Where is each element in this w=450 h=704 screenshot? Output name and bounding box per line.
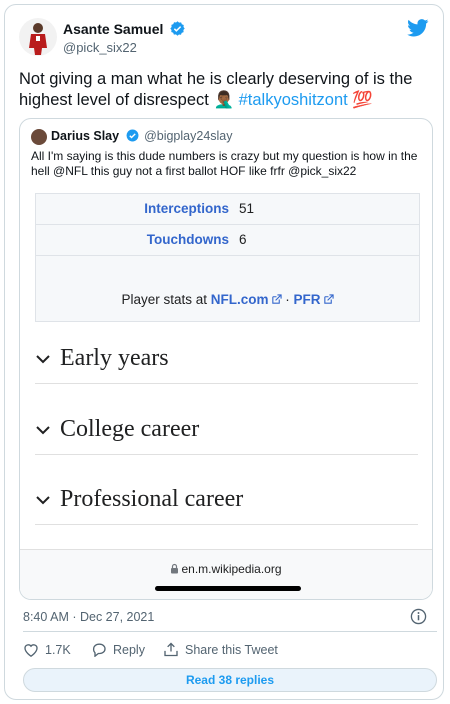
section-professional-career[interactable]: Professional career [35,480,418,525]
read-replies-button[interactable]: Read 38 replies [23,668,437,692]
stat-value: 6 [239,232,247,247]
heart-icon [24,644,38,657]
reply-label: Reply [113,643,145,657]
player-stats-line: Player stats at NFL.com · PFR [36,292,419,307]
nfl-link[interactable]: NFL.com [211,292,269,307]
pfr-link[interactable]: PFR [294,292,321,307]
tweet-timestamp[interactable]: 8:40 AM · Dec 27, 2021 [23,610,154,624]
stat-label: Touchdowns [146,232,229,247]
home-indicator [155,586,301,591]
author-name[interactable]: Asante Samuel [63,21,185,37]
like-count: 1.7K [45,643,71,657]
author-avatar[interactable] [19,18,57,56]
lock-icon [171,563,179,574]
share-button[interactable]: Share this Tweet [163,642,278,657]
section-college-career[interactable]: College career [35,410,418,455]
section-early-years[interactable]: Early years [35,339,418,384]
share-icon [164,642,178,657]
table-row: Interceptions 51 [36,194,419,225]
quoted-tweet[interactable]: Darius Slay @bigplay24slay All I'm sayin… [19,118,433,600]
info-icon[interactable] [410,608,427,625]
share-label: Share this Tweet [185,643,278,657]
section-title: College career [60,416,200,442]
tweet-text: Not giving a man what he is clearly dese… [19,69,431,111]
career-stats-table: Interceptions 51 Touchdowns 6 [35,193,420,281]
hashtag-link[interactable]: #talkyoshitzont [239,91,348,109]
verified-badge-icon [170,21,185,36]
external-link-icon [323,294,334,304]
section-title: Professional career [60,486,244,512]
external-link-icon [271,294,282,304]
facepalm-emoji: 🤦🏾‍♂️ [213,91,234,109]
hundred-emoji: 💯 [352,91,373,109]
url-text: en.m.wikipedia.org [181,562,282,576]
table-row: Touchdowns 6 [36,225,419,256]
url-text-line: en.m.wikipedia.org [20,562,432,576]
reply-icon [92,643,106,658]
chevron-down-icon [36,496,50,505]
player-stats-label: Player stats at [121,292,207,307]
like-button[interactable]: 1.7K [23,642,71,657]
divider [23,631,437,632]
player-stats-box: Player stats at NFL.com · PFR [35,279,420,322]
quoted-author-avatar[interactable] [31,129,47,145]
section-title: Early years [60,345,169,371]
quoted-author-name-text[interactable]: Darius Slay [51,129,119,143]
stat-value: 51 [239,201,255,216]
quoted-author-handle[interactable]: @bigplay24slay [144,129,232,143]
link-separator: · [285,292,290,307]
stat-label: Interceptions [144,201,229,216]
quoted-screenshot[interactable]: Interceptions 51 Touchdowns 6 Player sta… [20,181,432,599]
quoted-tweet-text: All I'm saying is this dude numbers is c… [31,149,418,178]
reply-button[interactable]: Reply [91,642,145,658]
chevron-down-icon [36,426,50,435]
author-handle[interactable]: @pick_six22 [63,40,137,55]
author-name-text[interactable]: Asante Samuel [63,21,163,37]
tweet-card: Asante Samuel @pick_six22 Not giving a m… [4,4,444,700]
verified-badge-icon [126,129,139,142]
twitter-bird-icon[interactable] [407,19,429,37]
browser-url-bar: en.m.wikipedia.org [20,549,432,599]
quoted-author-name[interactable]: Darius Slay @bigplay24slay [51,129,233,143]
chevron-down-icon [36,355,50,364]
